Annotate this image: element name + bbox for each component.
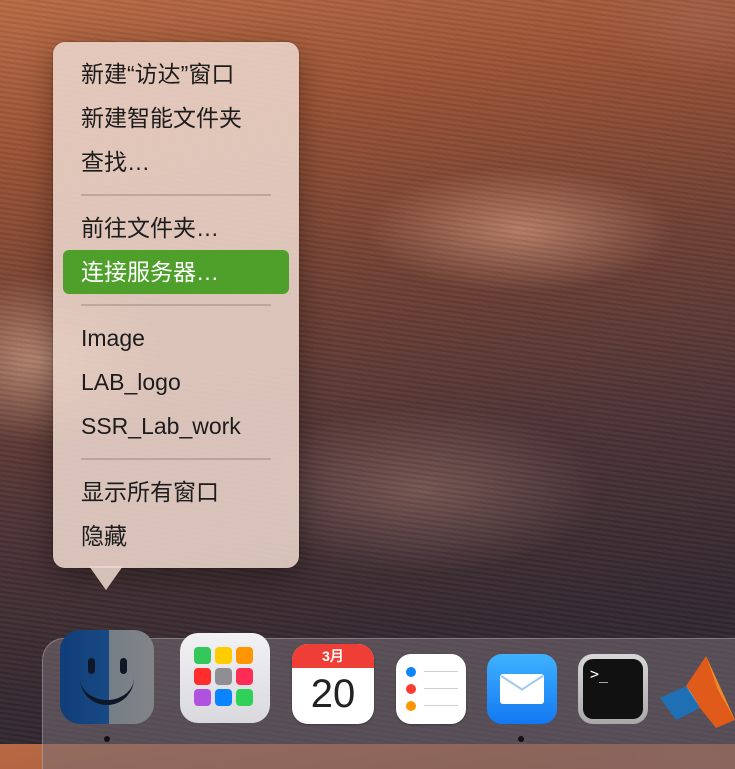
launchpad-icon[interactable] xyxy=(180,633,270,723)
menu-item-window-image[interactable]: Image xyxy=(63,316,289,360)
mail-icon[interactable] xyxy=(487,654,557,724)
reminders-icon[interactable] xyxy=(396,654,466,724)
menu-item-show-all-windows[interactable]: 显示所有窗口 xyxy=(63,470,289,514)
menu-item-hide[interactable]: 隐藏 xyxy=(63,514,289,558)
menu-item-window-ssr-lab-work[interactable]: SSR_Lab_work xyxy=(63,404,289,448)
menu-separator xyxy=(81,304,271,306)
finder-running-indicator xyxy=(104,736,110,742)
matlab-icon[interactable] xyxy=(656,650,735,728)
mail-running-indicator xyxy=(518,736,524,742)
menu-item-window-lab-logo[interactable]: LAB_logo xyxy=(63,360,289,404)
calendar-day: 20 xyxy=(310,672,356,716)
finder-icon[interactable] xyxy=(60,630,154,724)
launchpad-grid xyxy=(194,647,253,706)
matlab-membrane-icon xyxy=(660,656,735,728)
finder-dock-context-menu: 新建“访达”窗口 新建智能文件夹 查找… 前往文件夹… 连接服务器… Image… xyxy=(53,42,299,568)
menu-item-find[interactable]: 查找… xyxy=(63,140,289,184)
terminal-icon[interactable]: >_ xyxy=(578,654,648,724)
envelope-icon xyxy=(500,674,544,704)
terminal-prompt: >_ xyxy=(583,659,643,719)
finder-smile xyxy=(80,672,134,705)
calendar-icon[interactable]: 3月 20 xyxy=(292,644,374,724)
calendar-month: 3月 xyxy=(292,644,374,668)
menu-item-go-to-folder[interactable]: 前往文件夹… xyxy=(63,206,289,250)
menu-item-connect-to-server[interactable]: 连接服务器… xyxy=(63,250,289,294)
menu-separator xyxy=(81,458,271,460)
menu-separator xyxy=(81,194,271,196)
menu-pointer-tail xyxy=(89,566,123,590)
menu-item-new-finder-window[interactable]: 新建“访达”窗口 xyxy=(63,52,289,96)
menu-item-new-smart-folder[interactable]: 新建智能文件夹 xyxy=(63,96,289,140)
